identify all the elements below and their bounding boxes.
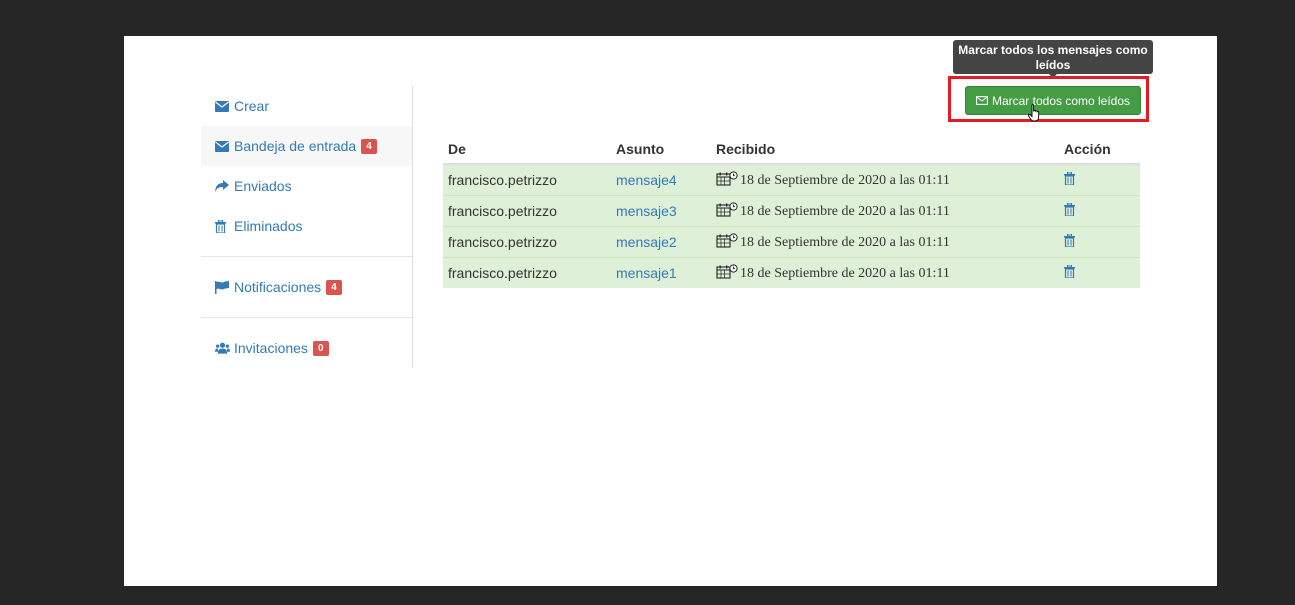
delete-action[interactable]	[1059, 195, 1140, 227]
sender-cell: francisco.petrizzo	[443, 195, 611, 227]
column-header-accion: Acción	[1059, 135, 1140, 165]
sidebar-item-label: Crear	[234, 98, 270, 114]
received-cell: 18 de Septiembre de 2020 a las 01:11	[711, 163, 1059, 196]
subject-link[interactable]: mensaje2	[611, 226, 711, 258]
sidebar-divider	[201, 317, 412, 318]
count-badge: 4	[361, 138, 377, 154]
column-header-de: De	[443, 135, 611, 165]
sidebar-item-bandeja[interactable]: Bandeja de entrada 4	[201, 126, 412, 166]
trash-icon[interactable]	[1064, 264, 1075, 281]
sidebar-item-label: Eliminados	[234, 218, 303, 234]
received-cell: 18 de Septiembre de 2020 a las 01:11	[711, 257, 1059, 288]
received-date: 18 de Septiembre de 2020 a las 01:11	[740, 235, 950, 250]
column-header-asunto: Asunto	[611, 135, 711, 165]
received-date: 18 de Septiembre de 2020 a las 01:11	[740, 266, 950, 281]
tooltip: Marcar todos los mensajes como leídos	[953, 40, 1153, 74]
sidebar-item-notificaciones[interactable]: Notificaciones 4	[201, 267, 412, 307]
sidebar-divider	[201, 256, 412, 257]
count-badge: 4	[326, 279, 342, 295]
users-icon	[215, 342, 230, 355]
table-row[interactable]: francisco.petrizzo mensaje1 18 de Septie…	[443, 257, 1140, 288]
flag-icon	[215, 280, 230, 294]
column-header-recibido: Recibido	[711, 135, 1059, 165]
sender-cell: francisco.petrizzo	[443, 257, 611, 288]
calendar-clock-icon	[716, 202, 738, 217]
table-header-row: De Asunto Recibido Acción	[443, 135, 1140, 165]
received-cell: 18 de Septiembre de 2020 a las 01:11	[711, 226, 1059, 258]
sidebar-item-invitaciones[interactable]: Invitaciones 0	[201, 328, 412, 368]
hand-cursor-icon	[1027, 104, 1042, 127]
sidebar-item-enviados[interactable]: Enviados	[201, 166, 412, 206]
trash-icon[interactable]	[1064, 171, 1075, 188]
delete-action[interactable]	[1059, 257, 1140, 288]
envelope-icon	[215, 100, 230, 113]
received-date: 18 de Septiembre de 2020 a las 01:11	[740, 173, 950, 188]
envelope-icon	[215, 140, 230, 153]
calendar-clock-icon	[716, 233, 738, 248]
subject-link[interactable]: mensaje1	[611, 257, 711, 288]
envelope-outline-icon	[976, 96, 988, 105]
trash-icon[interactable]	[1064, 202, 1075, 219]
table-row[interactable]: francisco.petrizzo mensaje3 18 de Septie…	[443, 195, 1140, 227]
mark-all-read-label: Marcar todos como leídos	[991, 93, 1131, 108]
sender-cell: francisco.petrizzo	[443, 163, 611, 196]
delete-action[interactable]	[1059, 163, 1140, 196]
table-row[interactable]: francisco.petrizzo mensaje2 18 de Septie…	[443, 226, 1140, 258]
subject-link[interactable]: mensaje3	[611, 195, 711, 227]
sender-cell: francisco.petrizzo	[443, 226, 611, 258]
calendar-clock-icon	[716, 171, 738, 186]
subject-link[interactable]: mensaje4	[611, 163, 711, 196]
page-panel: Crear Bandeja de entrada 4 Enviados Elim…	[124, 36, 1217, 586]
sidebar-item-label: Invitaciones	[234, 340, 308, 356]
sidebar-item-label: Bandeja de entrada	[234, 138, 357, 154]
trash-icon[interactable]	[1064, 233, 1075, 250]
trash-icon	[215, 219, 230, 233]
sidebar: Crear Bandeja de entrada 4 Enviados Elim…	[201, 86, 413, 367]
received-cell: 18 de Septiembre de 2020 a las 01:11	[711, 195, 1059, 227]
mark-all-read-button[interactable]: Marcar todos como leídos	[965, 86, 1141, 115]
count-badge: 0	[312, 340, 329, 356]
sidebar-item-label: Notificaciones	[234, 279, 322, 295]
messages-table: De Asunto Recibido Acción francisco.petr…	[443, 135, 1140, 288]
delete-action[interactable]	[1059, 226, 1140, 258]
table-row[interactable]: francisco.petrizzo mensaje4 18 de Septie…	[443, 163, 1140, 196]
sidebar-item-crear[interactable]: Crear	[201, 86, 412, 126]
share-icon	[215, 180, 230, 193]
received-date: 18 de Septiembre de 2020 a las 01:11	[740, 204, 950, 219]
sidebar-item-eliminados[interactable]: Eliminados	[201, 206, 412, 246]
sidebar-item-label: Enviados	[234, 178, 292, 194]
calendar-clock-icon	[716, 264, 738, 279]
